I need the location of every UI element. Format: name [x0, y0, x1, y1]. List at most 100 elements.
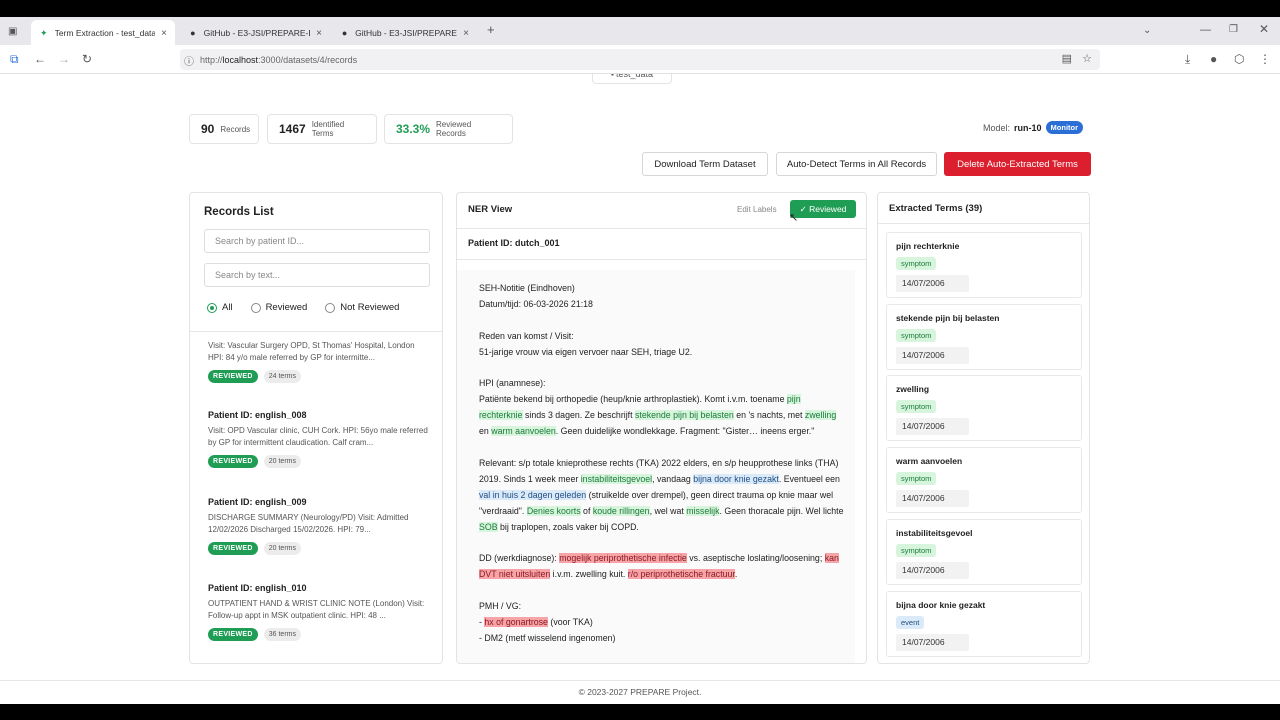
text-paragraph: Relevant: s/p totale knieprothese rechts… — [479, 457, 844, 532]
term-date[interactable]: 14/07/2006 — [896, 275, 969, 292]
list-item[interactable]: Patient ID: english_010 OUTPATIENT HAND … — [208, 583, 430, 641]
close-window-icon[interactable]: ✕ — [1259, 22, 1269, 36]
close-tab-icon[interactable]: × — [161, 28, 167, 39]
entity-highlight[interactable]: SOB — [479, 521, 498, 532]
term-count-badge: 20 terms — [263, 542, 301, 555]
minimize-icon[interactable]: — — [1200, 23, 1211, 37]
text-paragraph: DD (werkdiagnose): mogelijk periprotheti… — [479, 553, 839, 580]
entity-highlight[interactable]: instabiliteitsgevoel — [580, 473, 653, 484]
entity-highlight[interactable]: r/o periprothetische fractuur — [627, 569, 735, 580]
filter-reviewed-radio[interactable]: Reviewed — [250, 302, 307, 313]
entity-highlight[interactable]: koude rillingen — [592, 505, 650, 516]
entity-highlight[interactable]: stekende pijn bij belasten — [635, 410, 734, 421]
review-filter: All Reviewed Not Reviewed — [207, 302, 399, 313]
text-paragraph: Patiënte bekend bij orthopedie (heup/kni… — [479, 394, 837, 437]
status-badge: REVIEWED — [208, 370, 258, 383]
entity-highlight[interactable]: misselijk — [686, 505, 720, 516]
record-description: Visit: OPD Vascular clinic, CUH Cork. HP… — [208, 426, 428, 447]
status-badge: REVIEWED — [208, 542, 258, 555]
close-tab-icon[interactable]: × — [316, 28, 322, 39]
tab-term-extraction[interactable]: ✦ Term Extraction - test_data | PREPA × — [31, 20, 175, 46]
radio-icon — [325, 302, 336, 313]
site-info-icon[interactable]: ⓘ — [184, 53, 194, 68]
term-type-badge: symptom — [896, 329, 937, 342]
stat-terms-label: Identified Terms — [311, 120, 345, 138]
page-footer: © 2023-2027 PREPARE Project. — [0, 680, 1280, 704]
address-bar[interactable]: ⓘ http://localhost:3000/datasets/4/recor… — [180, 49, 1100, 70]
tab-github-extract[interactable]: ● GitHub - E3-JSI/PREPARE-Extrac × — [180, 20, 330, 46]
term-card[interactable]: instabiliteitsgevoel symptom 14/07/2006 — [886, 519, 1082, 585]
github-favicon-icon: ● — [190, 28, 196, 38]
term-card[interactable]: zwelling symptom 14/07/2006 — [886, 375, 1082, 441]
list-item[interactable]: Visit: Vascular Surgery OPD, St Thomas' … — [208, 340, 430, 383]
reload-icon[interactable]: ↻ — [82, 52, 92, 66]
auto-detect-terms-button[interactable]: Auto-Detect Terms in All Records — [776, 152, 937, 176]
delete-auto-extracted-terms-button[interactable]: Delete Auto-Extracted Terms — [944, 152, 1091, 176]
bookmark-star-icon[interactable]: ☆ — [1082, 52, 1092, 65]
term-count-badge: 20 terms — [263, 455, 301, 468]
term-card[interactable]: pijn rechterknie symptom 14/07/2006 — [886, 232, 1082, 298]
download-term-dataset-button[interactable]: Download Term Dataset — [642, 152, 768, 176]
tab-github-anonymizer[interactable]: ● GitHub - E3-JSI/PREPARE-anoni × — [332, 20, 477, 46]
sidebar-icon[interactable]: ⧉ — [10, 52, 19, 66]
status-badge: REVIEWED — [208, 628, 258, 641]
url-host: localhost — [222, 54, 259, 65]
term-date[interactable]: 14/07/2006 — [896, 562, 969, 579]
term-count-badge: 36 terms — [263, 628, 301, 641]
term-count-badge: 24 terms — [263, 370, 301, 383]
entity-highlight[interactable]: warm aanvoelen — [491, 426, 556, 437]
reader-view-icon[interactable]: ▤ — [1062, 52, 1072, 65]
text-line: - DM2 (metf wisselend ingenomen) — [479, 632, 616, 643]
text-line: Reden van komst / Visit: — [479, 330, 574, 341]
entity-highlight[interactable]: bijna door knie gezakt — [693, 473, 779, 484]
list-item[interactable]: Patient ID: english_009 DISCHARGE SUMMAR… — [208, 497, 430, 555]
tab-overview-icon[interactable]: ▣ — [8, 25, 17, 39]
list-item[interactable]: Patient ID: english_008 Visit: OPD Vascu… — [208, 410, 430, 468]
search-text-input[interactable] — [204, 263, 430, 287]
term-date[interactable]: 14/07/2006 — [896, 634, 969, 651]
term-type-badge: symptom — [896, 472, 937, 485]
menu-icon[interactable]: ⋮ — [1259, 52, 1271, 66]
mouse-cursor-icon: ↖ — [789, 212, 799, 224]
entity-highlight[interactable]: val in huis 2 dagen geleden — [479, 489, 587, 500]
back-icon[interactable]: ← — [34, 52, 46, 66]
tab-list-icon[interactable]: ⌄ — [1143, 24, 1151, 38]
term-card[interactable]: bijna door knie gezakt event 14/07/2006 — [886, 591, 1082, 657]
text-line: PMH / VG: — [479, 601, 522, 612]
downloads-icon[interactable]: ⤓ — [1185, 52, 1190, 66]
filter-all-label: All — [222, 302, 233, 313]
forward-icon[interactable]: → — [58, 52, 70, 66]
term-date[interactable]: 14/07/2006 — [896, 347, 969, 364]
entity-highlight[interactable]: hx of gonartrose — [484, 616, 548, 627]
reviewed-toggle-button[interactable]: ✓ Reviewed — [790, 200, 856, 218]
new-tab-button[interactable]: + — [487, 23, 495, 37]
ner-patient-id: Patient ID: dutch_001 — [468, 238, 560, 248]
filter-not-reviewed-radio[interactable]: Not Reviewed — [325, 302, 399, 313]
radio-icon — [250, 302, 261, 313]
term-card[interactable]: stekende pijn bij belasten symptom 14/07… — [886, 304, 1082, 370]
maximize-icon[interactable]: ❐ — [1229, 23, 1238, 37]
term-name: warm aanvoelen — [896, 456, 963, 466]
term-name: instabiliteitsgevoel — [896, 528, 973, 538]
entity-highlight[interactable]: Denies koorts — [526, 505, 581, 516]
tab-title: Term Extraction - test_data | PREPA — [54, 28, 156, 38]
term-name: pijn rechterknie — [896, 241, 960, 251]
search-patient-id-input[interactable] — [204, 229, 430, 253]
divider — [457, 259, 866, 260]
ner-view-title: NER View — [468, 204, 513, 215]
text-line: 51-jarige vrouw via eigen vervoer naar S… — [479, 346, 693, 357]
entity-highlight[interactable]: mogelijk periprothetische infectie — [559, 553, 687, 564]
extensions-icon[interactable]: ⬡ — [1234, 52, 1244, 66]
close-tab-icon[interactable]: × — [463, 28, 469, 39]
term-date[interactable]: 14/07/2006 — [896, 490, 969, 507]
account-icon[interactable]: ● — [1210, 52, 1217, 66]
edit-labels-button[interactable]: Edit Labels — [731, 201, 783, 219]
filter-not-reviewed-label: Not Reviewed — [340, 302, 400, 313]
divider — [457, 228, 866, 229]
stat-records-label: Records — [220, 124, 251, 134]
term-date[interactable]: 14/07/2006 — [896, 418, 969, 435]
term-card[interactable]: warm aanvoelen symptom 14/07/2006 — [886, 447, 1082, 513]
stat-reviewed-label: Reviewed Records — [436, 120, 472, 138]
filter-all-radio[interactable]: All — [207, 302, 233, 313]
entity-highlight[interactable]: zwelling — [804, 410, 837, 421]
